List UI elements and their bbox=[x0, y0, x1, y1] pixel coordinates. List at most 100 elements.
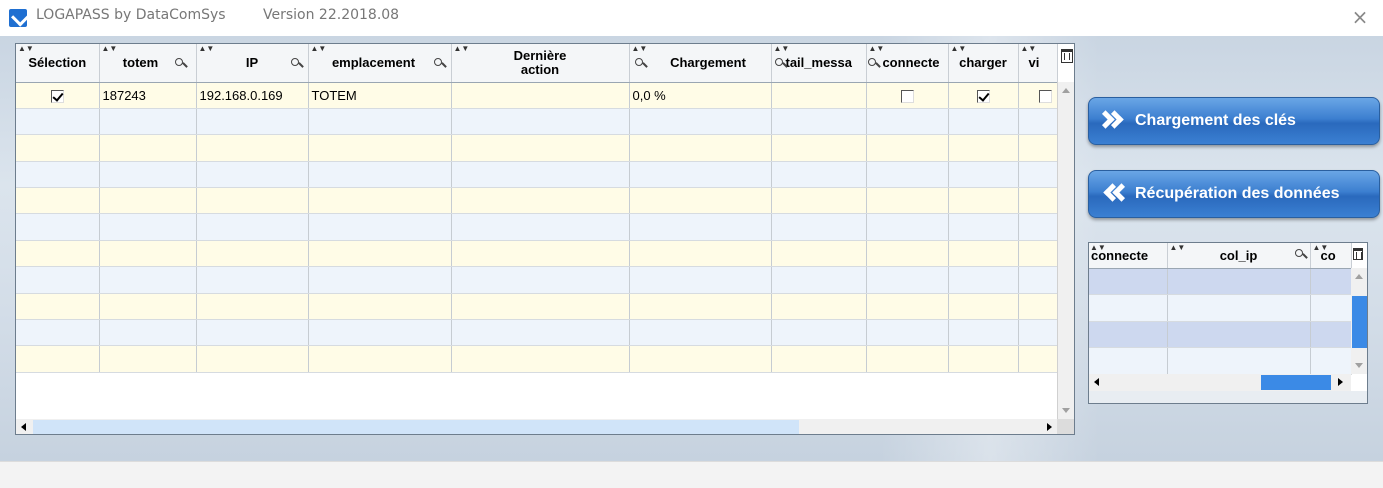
connecte-checkbox[interactable] bbox=[900, 89, 914, 103]
cell-totem[interactable]: 187243 bbox=[99, 82, 197, 109]
table-cell[interactable] bbox=[308, 345, 452, 373]
table-cell[interactable] bbox=[1018, 134, 1058, 162]
table-cell[interactable] bbox=[771, 345, 867, 373]
col-header-emplacement[interactable]: ▲▼ emplacement bbox=[308, 44, 452, 83]
search-icon[interactable] bbox=[290, 57, 304, 71]
col-header-ip[interactable]: ▲▼ IP bbox=[196, 44, 309, 83]
table-cell[interactable] bbox=[99, 319, 197, 347]
table-cell[interactable] bbox=[948, 345, 1019, 373]
scroll-up-icon[interactable] bbox=[1058, 82, 1074, 99]
table-cell[interactable] bbox=[771, 293, 867, 321]
table-row[interactable] bbox=[1089, 294, 1352, 322]
table-cell[interactable] bbox=[1018, 266, 1058, 294]
table-cell[interactable] bbox=[771, 240, 867, 268]
table-cell[interactable] bbox=[771, 108, 867, 136]
sort-arrows-icon[interactable]: ▲▼ bbox=[1313, 244, 1329, 252]
table-cell[interactable] bbox=[308, 187, 452, 215]
table-cell[interactable] bbox=[1018, 240, 1058, 268]
table-cell[interactable] bbox=[451, 319, 630, 347]
sort-arrows-icon[interactable]: ▲▼ bbox=[454, 45, 470, 53]
table-cell[interactable] bbox=[866, 108, 949, 136]
horizontal-scroll-thumb[interactable] bbox=[33, 420, 799, 434]
cell-selection[interactable] bbox=[16, 82, 100, 109]
table-cell[interactable] bbox=[948, 134, 1019, 162]
trash-icon[interactable] bbox=[1353, 248, 1363, 260]
table-row[interactable] bbox=[16, 319, 1058, 347]
table-cell[interactable] bbox=[16, 161, 100, 189]
scroll-up-icon[interactable] bbox=[1351, 268, 1367, 285]
table-row[interactable] bbox=[16, 240, 1058, 268]
table-cell[interactable] bbox=[99, 134, 197, 162]
table-cell[interactable] bbox=[629, 187, 772, 215]
table-cell[interactable] bbox=[866, 319, 949, 347]
cell-ip[interactable]: 192.168.0.169 bbox=[196, 82, 309, 109]
col-header-selection[interactable]: ▲▼ Sélection bbox=[16, 44, 100, 83]
table-cell[interactable] bbox=[196, 187, 309, 215]
table-row[interactable] bbox=[16, 213, 1058, 241]
search-icon[interactable] bbox=[634, 57, 648, 71]
table-row[interactable]: 187243 192.168.0.169 TOTEM 0,0 % bbox=[16, 82, 1058, 109]
table-cell[interactable] bbox=[16, 213, 100, 241]
horizontal-scrollbar[interactable] bbox=[1089, 374, 1351, 391]
table-cell[interactable] bbox=[99, 187, 197, 215]
sort-arrows-icon[interactable]: ▲▼ bbox=[869, 45, 885, 53]
table-cell[interactable] bbox=[308, 134, 452, 162]
table-cell[interactable] bbox=[866, 134, 949, 162]
vide-checkbox[interactable] bbox=[1038, 89, 1052, 103]
sort-arrows-icon[interactable]: ▲▼ bbox=[311, 45, 327, 53]
table-cell[interactable] bbox=[99, 108, 197, 136]
table-cell[interactable] bbox=[196, 161, 309, 189]
sort-arrows-icon[interactable]: ▲▼ bbox=[102, 45, 118, 53]
scroll-right-icon[interactable] bbox=[1331, 374, 1348, 391]
col-header-charger[interactable]: ▲▼ charger bbox=[948, 44, 1019, 83]
table-cell[interactable] bbox=[16, 345, 100, 373]
table-cell[interactable] bbox=[99, 293, 197, 321]
table-cell[interactable] bbox=[1018, 108, 1058, 136]
charger-checkbox[interactable] bbox=[976, 89, 990, 103]
table-cell[interactable] bbox=[16, 293, 100, 321]
table-cell[interactable] bbox=[948, 161, 1019, 189]
table-cell[interactable] bbox=[1018, 319, 1058, 347]
table-cell[interactable] bbox=[866, 187, 949, 215]
table-cell[interactable] bbox=[629, 345, 772, 373]
table-cell[interactable] bbox=[451, 161, 630, 189]
table-row[interactable] bbox=[16, 108, 1058, 136]
table-cell[interactable] bbox=[1018, 293, 1058, 321]
table-cell[interactable] bbox=[451, 134, 630, 162]
table-cell[interactable] bbox=[99, 213, 197, 241]
cell-charger[interactable] bbox=[948, 82, 1019, 109]
table-cell[interactable] bbox=[308, 108, 452, 136]
table-cell[interactable] bbox=[99, 266, 197, 294]
cell-derniere-action[interactable] bbox=[451, 82, 630, 109]
table-cell[interactable] bbox=[308, 293, 452, 321]
scroll-left-icon[interactable] bbox=[1089, 374, 1106, 391]
table-cell[interactable] bbox=[196, 345, 309, 373]
table-row[interactable] bbox=[16, 187, 1058, 215]
table-cell[interactable] bbox=[196, 240, 309, 268]
table-cell[interactable] bbox=[196, 266, 309, 294]
table-cell[interactable] bbox=[16, 266, 100, 294]
vertical-scroll-thumb[interactable] bbox=[1352, 296, 1367, 348]
table-cell[interactable] bbox=[451, 108, 630, 136]
table-cell[interactable] bbox=[948, 240, 1019, 268]
table-cell[interactable] bbox=[629, 293, 772, 321]
col-header-totem[interactable]: ▲▼ totem bbox=[99, 44, 197, 83]
table-row[interactable] bbox=[16, 134, 1058, 162]
vertical-scrollbar[interactable] bbox=[1351, 268, 1367, 374]
col-header-chargement[interactable]: ▲▼ Chargement bbox=[629, 44, 772, 83]
search-icon[interactable] bbox=[867, 57, 881, 71]
table-cell[interactable] bbox=[866, 345, 949, 373]
table-row[interactable] bbox=[1089, 268, 1352, 295]
table-cell[interactable] bbox=[308, 161, 452, 189]
sort-arrows-icon[interactable]: ▲▼ bbox=[1170, 244, 1186, 252]
col-header-vide[interactable]: ▲▼ vi bbox=[1018, 44, 1058, 83]
scroll-down-icon[interactable] bbox=[1058, 402, 1074, 419]
table-cell[interactable] bbox=[771, 134, 867, 162]
sort-arrows-icon[interactable]: ▲▼ bbox=[951, 45, 967, 53]
table-cell[interactable] bbox=[629, 161, 772, 189]
table-cell[interactable] bbox=[1018, 345, 1058, 373]
table-row[interactable] bbox=[16, 266, 1058, 294]
sort-arrows-icon[interactable]: ▲▼ bbox=[18, 45, 34, 53]
table-cell[interactable] bbox=[629, 134, 772, 162]
table-cell[interactable] bbox=[99, 240, 197, 268]
